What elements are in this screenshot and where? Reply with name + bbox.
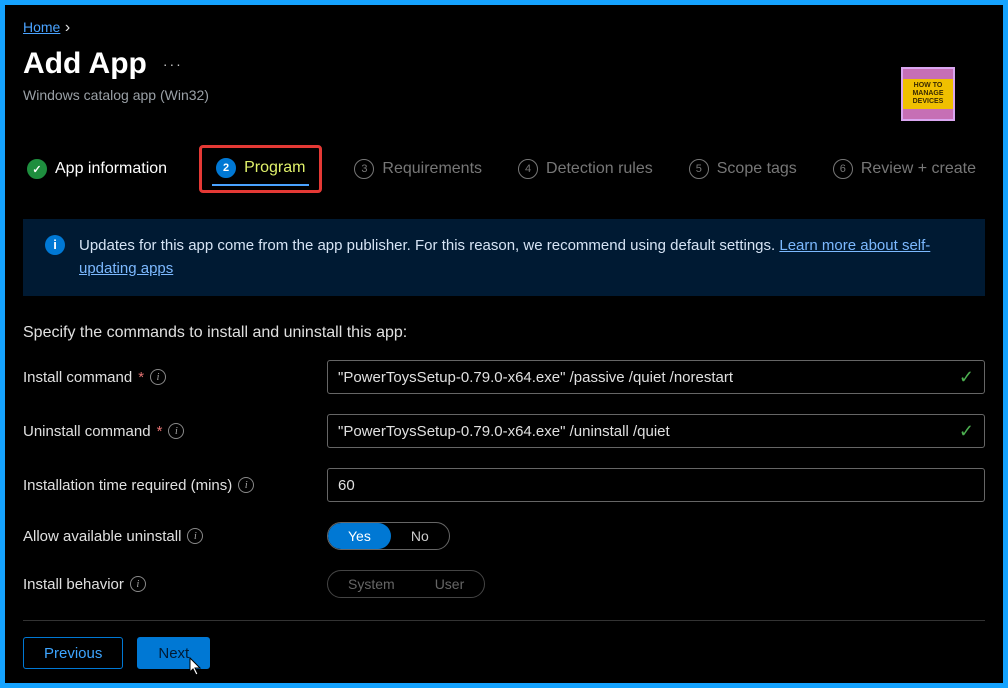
step-number-icon: 3	[354, 159, 374, 179]
step-detection-rules[interactable]: 4 Detection rules	[514, 153, 657, 185]
previous-button[interactable]: Previous	[23, 637, 123, 669]
install-behavior-label: Install behavior i	[23, 576, 327, 593]
next-button[interactable]: Next	[137, 637, 210, 669]
page-title: Add App	[23, 47, 147, 81]
step-scope-tags[interactable]: 5 Scope tags	[685, 153, 801, 185]
app-window: Home › Add App ··· Windows catalog app (…	[5, 5, 1003, 683]
info-icon[interactable]: i	[130, 576, 146, 592]
toggle-system: System	[328, 571, 415, 597]
breadcrumb: Home ›	[23, 19, 985, 37]
info-banner: i Updates for this app come from the app…	[23, 219, 985, 296]
chevron-right-icon: ›	[65, 19, 70, 36]
step-label: Program	[244, 159, 305, 177]
required-indicator: *	[138, 369, 144, 386]
step-program[interactable]: 2 Program	[212, 152, 309, 186]
info-icon[interactable]: i	[168, 423, 184, 439]
step-label: App information	[55, 160, 167, 178]
banner-text: Updates for this app come from the app p…	[79, 237, 779, 254]
step-label: Review + create	[861, 160, 976, 178]
toggle-no[interactable]: No	[391, 523, 449, 549]
uninstall-command-input[interactable]: "PowerToysSetup-0.79.0-x64.exe" /uninsta…	[327, 414, 985, 448]
install-command-label: Install command * i	[23, 369, 327, 386]
step-label: Detection rules	[546, 160, 653, 178]
allow-uninstall-label: Allow available uninstall i	[23, 528, 327, 545]
install-command-input[interactable]: "PowerToysSetup-0.79.0-x64.exe" /passive…	[327, 360, 985, 394]
wizard-steps: ✓ App information 2 Program 3 Requiremen…	[23, 145, 985, 193]
step-review-create[interactable]: 6 Review + create	[829, 153, 980, 185]
toggle-user: User	[415, 571, 485, 597]
step-number-icon: 2	[216, 158, 236, 178]
install-time-input[interactable]: 60	[327, 468, 985, 502]
wizard-footer: Previous Next	[23, 620, 985, 669]
brand-logo: HOW TO MANAGE DEVICES	[901, 67, 955, 121]
info-icon[interactable]: i	[187, 528, 203, 544]
install-behavior-toggle: System User	[327, 570, 485, 598]
section-intro: Specify the commands to install and unin…	[23, 324, 985, 342]
step-number-icon: 4	[518, 159, 538, 179]
install-time-label: Installation time required (mins) i	[23, 477, 327, 494]
required-indicator: *	[157, 423, 163, 440]
step-label: Requirements	[382, 160, 482, 178]
breadcrumb-home[interactable]: Home	[23, 19, 60, 35]
page-subtitle: Windows catalog app (Win32)	[23, 87, 985, 103]
toggle-yes[interactable]: Yes	[328, 523, 391, 549]
allow-uninstall-toggle[interactable]: Yes No	[327, 522, 450, 550]
step-label: Scope tags	[717, 160, 797, 178]
step-app-information[interactable]: ✓ App information	[23, 153, 171, 185]
info-icon: i	[45, 235, 65, 255]
checkmark-icon: ✓	[27, 159, 47, 179]
active-step-highlight: 2 Program	[199, 145, 322, 193]
uninstall-command-label: Uninstall command * i	[23, 423, 327, 440]
more-button[interactable]: ···	[163, 56, 183, 72]
step-requirements[interactable]: 3 Requirements	[350, 153, 486, 185]
step-number-icon: 5	[689, 159, 709, 179]
info-icon[interactable]: i	[238, 477, 254, 493]
step-number-icon: 6	[833, 159, 853, 179]
info-icon[interactable]: i	[150, 369, 166, 385]
